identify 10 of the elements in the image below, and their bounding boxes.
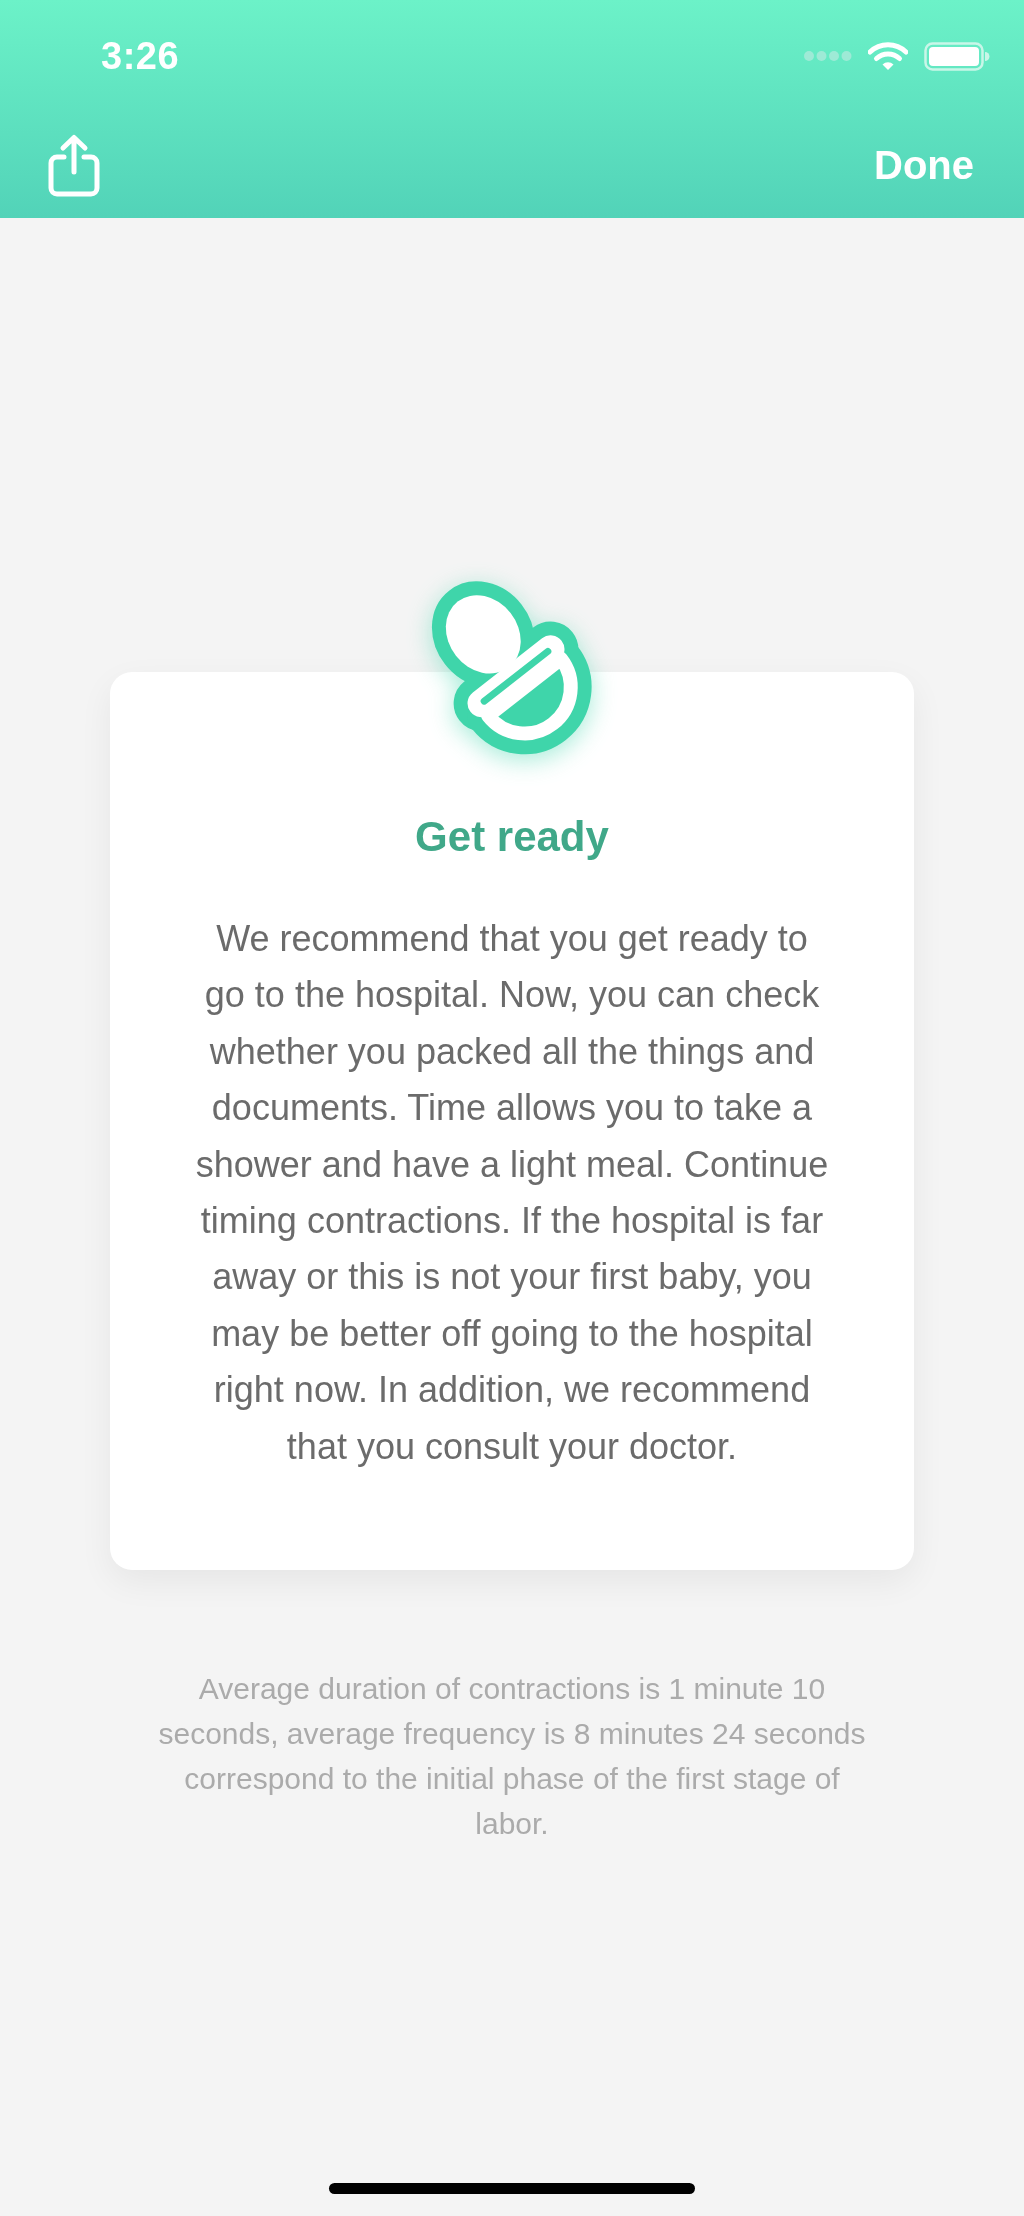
share-icon — [48, 133, 100, 197]
battery-icon — [924, 41, 990, 71]
summary-text: Average duration of contractions is 1 minute 10 seconds, average frequency is 8 minutes 24 seconds correspond to the initial phase of the first stage of labor. — [157, 1671, 867, 1843]
advice-text: We recommend that you get ready to go to the hospital. Now, you can check whether you packed all the things and documents. Time allows you to take a shower and have a light meal. Continue timing contractions. If the hospital is far away or this is not your first baby, you may be better off going to the hospital right now. In addition, we recommend that you consult your doctor. — [194, 917, 830, 1469]
share-button[interactable] — [48, 133, 100, 197]
done-button[interactable]: Done — [874, 143, 974, 187]
card-title: Get ready — [415, 812, 609, 862]
status-time: 3:26 — [101, 37, 180, 75]
signal-icon — [804, 51, 852, 61]
wifi-icon — [868, 41, 908, 71]
